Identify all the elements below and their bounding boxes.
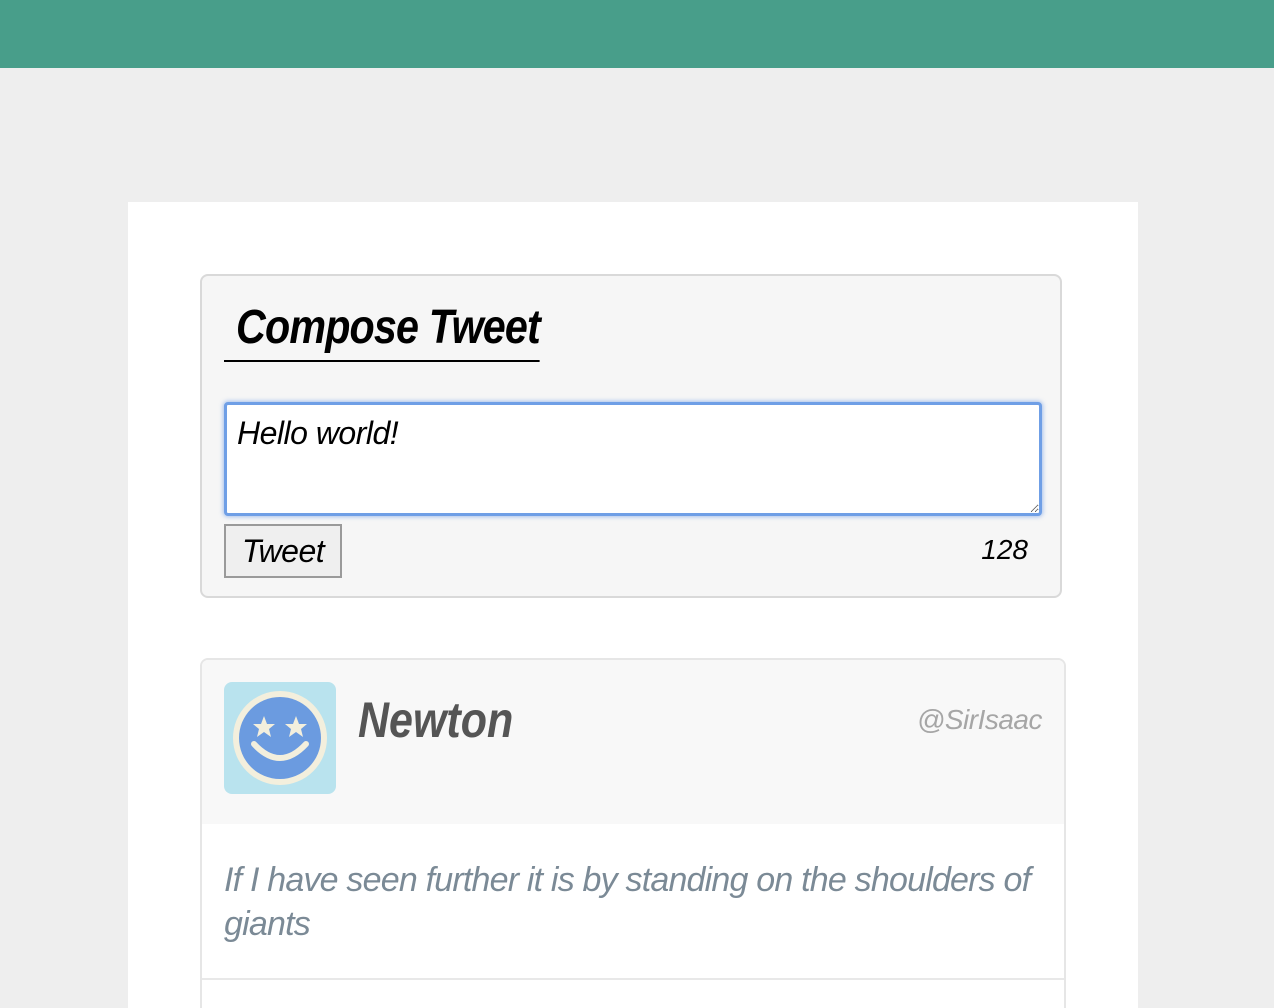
avatar	[224, 682, 336, 794]
tweet-input[interactable]	[224, 402, 1042, 516]
tweet-text: If I have seen further it is by standing…	[224, 861, 1031, 943]
tweet-card: Newton @SirIsaac If I have seen further …	[200, 658, 1066, 1008]
tweet-author-name: Newton	[358, 692, 514, 748]
compose-tweet-panel: Compose Tweet Tweet 128	[200, 274, 1062, 598]
compose-title: Compose Tweet	[224, 298, 541, 362]
smiley-star-eyes-icon	[233, 691, 327, 785]
tweet-header: Newton @SirIsaac	[202, 660, 1064, 824]
main-content: Compose Tweet Tweet 128 Newton @SirIsaac…	[128, 202, 1138, 1008]
tweet-author-handle: @SirIsaac	[916, 704, 1043, 735]
tweet-divider	[202, 978, 1064, 980]
tweet-button[interactable]: Tweet	[224, 524, 342, 578]
char-counter: 128	[981, 534, 1028, 565]
top-header-bar	[0, 0, 1274, 68]
